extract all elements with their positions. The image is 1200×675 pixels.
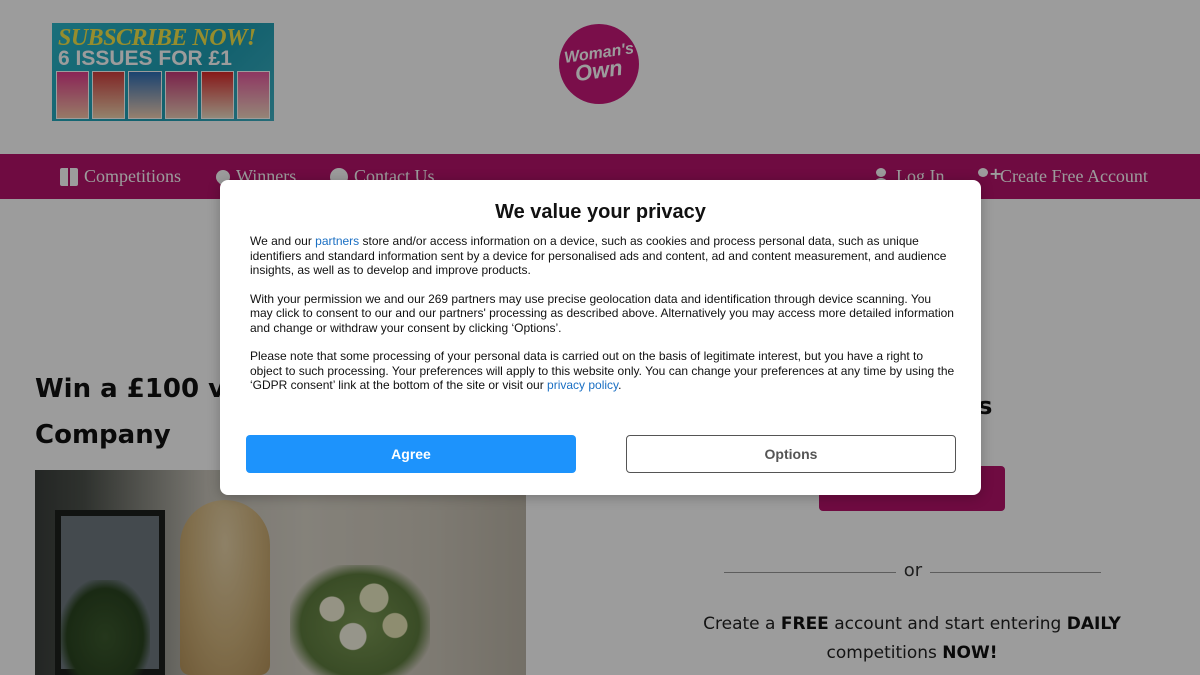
partners-link[interactable]: partners [315, 234, 359, 248]
consent-paragraph: We and our partners store and/or access … [250, 234, 955, 278]
consent-paragraph: With your permission we and our 269 part… [250, 291, 954, 335]
consent-text: We and our [250, 234, 316, 248]
options-button[interactable]: Options [626, 435, 956, 473]
consent-dialog-body: We and our partners store and/or access … [250, 234, 955, 407]
privacy-consent-dialog: We value your privacy We and our partner… [220, 180, 981, 495]
privacy-policy-link[interactable]: privacy policy [547, 378, 618, 392]
agree-button[interactable]: Agree [246, 435, 576, 473]
consent-paragraph: Please note that some processing of your… [250, 349, 955, 393]
consent-dialog-title: We value your privacy [495, 201, 706, 223]
consent-text: . [618, 378, 622, 392]
